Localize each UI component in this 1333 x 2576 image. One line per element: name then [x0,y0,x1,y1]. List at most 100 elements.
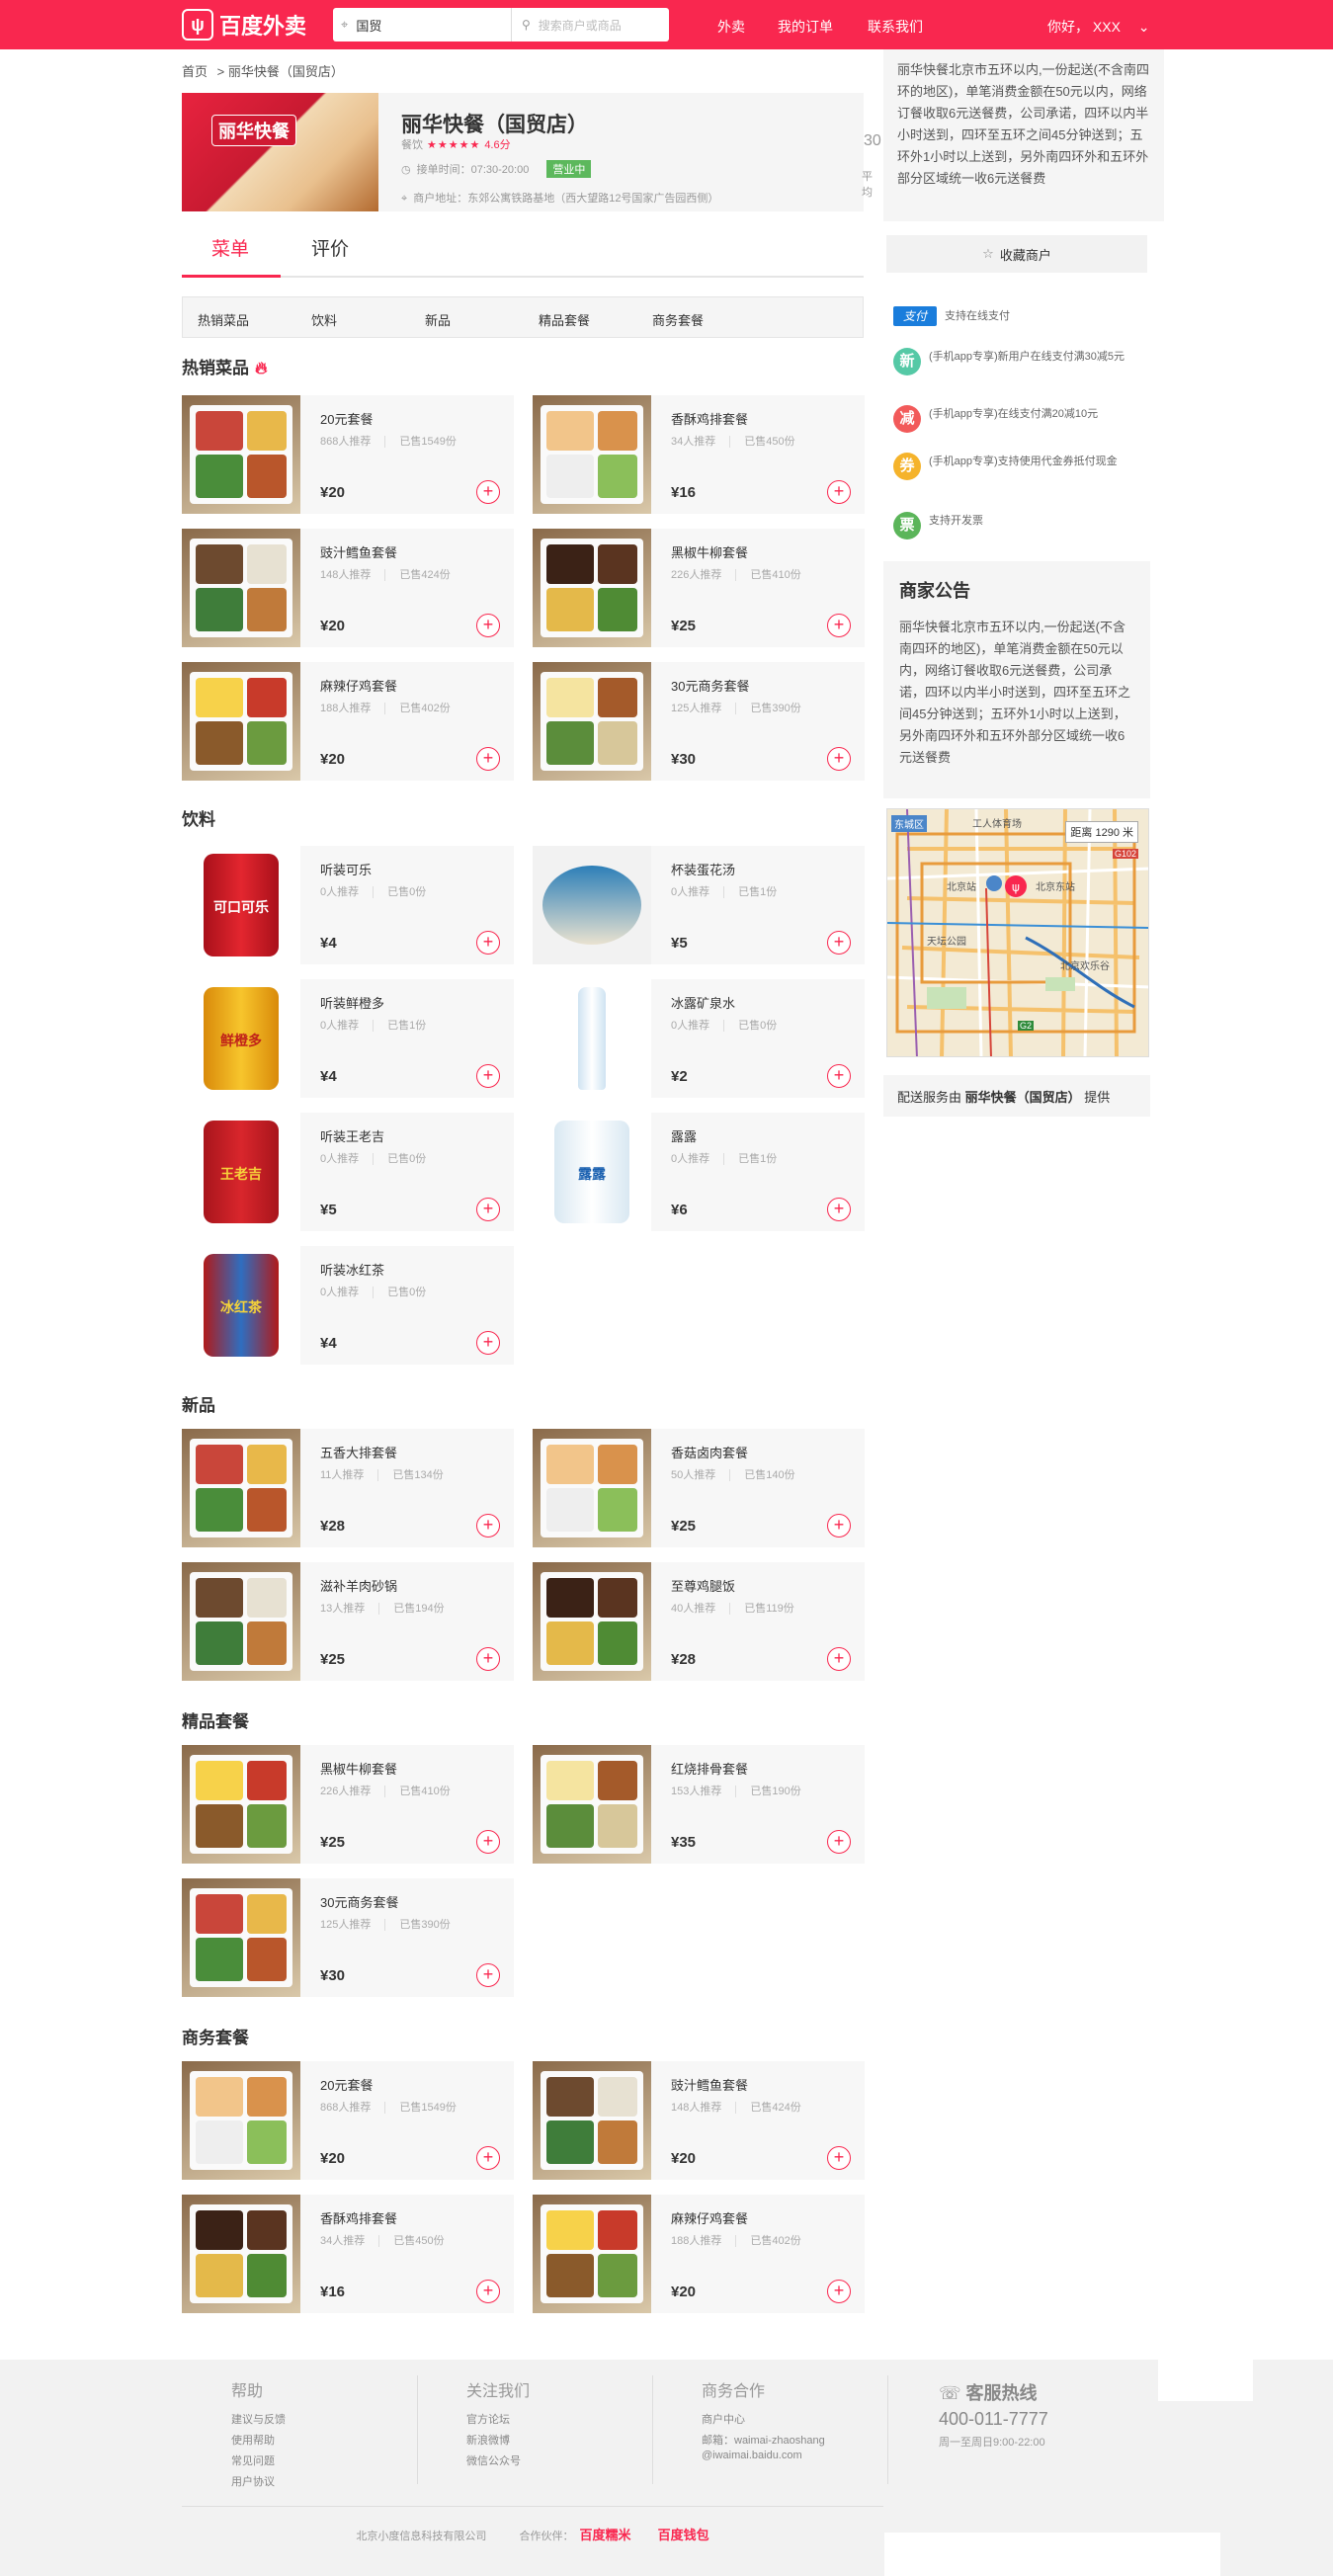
add-to-cart-button[interactable]: + [827,1514,851,1537]
category-hot[interactable]: 热销菜品 [198,310,249,329]
menu-item-card[interactable]: 黑椒牛柳套餐 226人推荐 已售410份 ¥25 + [533,529,865,647]
menu-item-card[interactable]: 红烧排骨套餐 153人推荐 已售190份 ¥35 + [533,1745,865,1864]
menu-item-card[interactable]: 黑椒牛柳套餐 226人推荐 已售410份 ¥25 + [182,1745,514,1864]
breadcrumb-home[interactable]: 首页 [182,64,208,79]
dish-name: 听装可乐 [320,863,373,877]
menu-item-card[interactable]: 可口可乐 听装可乐 0人推荐 已售0份 ¥4 + [182,846,514,964]
top-bar: ψ 百度外卖 ⌖ 国贸 ⚲ 搜索商户或商品 外卖 我的订单 联系我们 你好， X… [0,0,1333,49]
menu-item-card[interactable]: 至尊鸡腿饭 40人推荐 已售119份 ¥28 + [533,1562,865,1681]
shop-category: 餐饮 [401,139,423,151]
menu-item-card[interactable]: 五香大排套餐 11人推荐 已售134份 ¥28 + [182,1429,514,1547]
user-greeting[interactable]: 你好， XXX ⌄ [1047,17,1150,37]
nav-contact[interactable]: 联系我们 [868,17,923,37]
add-to-cart-button[interactable]: + [476,1830,500,1854]
footer-link[interactable]: 用户协议 [231,2472,286,2493]
section-title-premium: 精品套餐 [182,1707,249,1732]
menu-item-card[interactable]: 20元套餐 868人推荐 已售1549份 ¥20 + [182,395,514,514]
dish-price: ¥30 [320,1967,346,1984]
sold-count: 已售390份 [384,1919,451,1931]
menu-item-card[interactable]: 滋补羊肉砂锅 13人推荐 已售194份 ¥25 + [182,1562,514,1681]
add-to-cart-button[interactable]: + [827,1647,851,1671]
add-to-cart-button[interactable]: + [827,614,851,637]
add-to-cart-button[interactable]: + [827,480,851,504]
fire-icon: 🔥︎ [255,359,268,377]
footer-link[interactable]: 官方论坛 [466,2410,530,2431]
menu-item-card[interactable]: 冰红茶 听装冰红茶 0人推荐 已售0份 ¥4 + [182,1246,514,1365]
menu-item-card[interactable]: 香酥鸡排套餐 34人推荐 已售450份 ¥16 + [533,395,865,514]
footer-link[interactable]: 新浪微博 [466,2431,530,2451]
dish-name: 麻辣仔鸡套餐 [671,2211,749,2226]
add-to-cart-button[interactable]: + [827,2146,851,2170]
add-to-cart-button[interactable]: + [476,1198,500,1221]
category-business[interactable]: 商务套餐 [652,310,704,329]
add-to-cart-button[interactable]: + [476,480,500,504]
favorite-button[interactable]: ☆ 收藏商户 [886,235,1147,273]
add-to-cart-button[interactable]: + [476,931,500,955]
menu-item-card[interactable]: 麻辣仔鸡套餐 188人推荐 已售402份 ¥20 + [182,662,514,781]
menu-item-card[interactable]: 麻辣仔鸡套餐 188人推荐 已售402份 ¥20 + [533,2195,865,2313]
tab-menu[interactable]: 菜单 [211,234,249,261]
search-input[interactable]: ⚲ 搜索商户或商品 [511,8,669,42]
menu-item-card[interactable]: 20元套餐 868人推荐 已售1549份 ¥20 + [182,2061,514,2180]
menu-item-card[interactable]: 豉汁鳕鱼套餐 148人推荐 已售424份 ¥20 + [533,2061,865,2180]
clock-icon: ◷ [401,163,411,176]
delivery-map[interactable]: ψ 东城区 距离 1290 米 工人体育场 北京站 北京东站 天坛公园 北京欢乐… [886,808,1149,1057]
add-to-cart-button[interactable]: + [476,1514,500,1537]
add-to-cart-button[interactable]: + [476,1064,500,1088]
nav-my-orders[interactable]: 我的订单 [778,17,833,37]
dish-price: ¥20 [320,618,346,634]
menu-item-card[interactable]: 香酥鸡排套餐 34人推荐 已售450份 ¥16 + [182,2195,514,2313]
add-to-cart-button[interactable]: + [476,1647,500,1671]
location-field[interactable]: ⌖ 国贸 [333,8,511,42]
menu-item-card[interactable]: 香菇卤肉套餐 50人推荐 已售140份 ¥25 + [533,1429,865,1547]
shop-extra-value: 30 [864,132,881,149]
menu-item-card[interactable]: 30元商务套餐 125人推荐 已售390份 ¥30 + [533,662,865,781]
add-to-cart-button[interactable]: + [827,2280,851,2303]
menu-item-card[interactable]: 冰露矿泉水 0人推荐 已售0份 ¥2 + [533,979,865,1098]
menu-item-card[interactable]: 露露 露露 0人推荐 已售1份 ¥6 + [533,1113,865,1231]
recommend-count: 34人推荐 [671,436,716,448]
add-to-cart-button[interactable]: + [476,747,500,771]
add-to-cart-button[interactable]: + [827,1064,851,1088]
recommend-count: 0人推荐 [320,886,360,898]
category-premium[interactable]: 精品套餐 [539,310,590,329]
sold-count: 已售0份 [373,1287,427,1298]
menu-item-card[interactable]: 鲜橙多 听装鲜橙多 0人推荐 已售1份 ¥4 + [182,979,514,1098]
nav-waimai[interactable]: 外卖 [717,17,745,37]
add-to-cart-button[interactable]: + [476,614,500,637]
partner-nuomi[interactable]: 百度糯米 [579,2528,630,2542]
footer-link[interactable]: 商户中心 [702,2410,825,2431]
menu-item-card[interactable]: 30元商务套餐 125人推荐 已售390份 ¥30 + [182,1878,514,1997]
sold-count: 已售1份 [723,1153,778,1165]
menu-item-card[interactable]: 杯装蛋花汤 0人推荐 已售1份 ¥5 + [533,846,865,964]
dish-price: ¥25 [671,1518,697,1535]
add-to-cart-button[interactable]: + [476,2146,500,2170]
menu-item-card[interactable]: 豉汁鳕鱼套餐 148人推荐 已售424份 ¥20 + [182,529,514,647]
dish-image [533,1429,651,1547]
dish-name: 20元套餐 [320,412,374,427]
partner-wallet[interactable]: 百度钱包 [658,2528,709,2542]
category-drinks[interactable]: 饮料 [311,310,337,329]
section-title-text: 热销菜品 [182,359,249,377]
dish-image [533,846,651,964]
dish-image [533,1562,651,1681]
footer-link[interactable]: 使用帮助 [231,2431,286,2451]
baidu-waimai-logo[interactable]: ψ 百度外卖 [182,8,306,42]
add-to-cart-button[interactable]: + [476,1331,500,1355]
footer-link[interactable]: 常见问题 [231,2451,286,2472]
add-to-cart-button[interactable]: + [476,1963,500,1987]
add-to-cart-button[interactable]: + [827,747,851,771]
add-to-cart-button[interactable]: + [827,1830,851,1854]
category-new[interactable]: 新品 [425,310,451,329]
footer-link[interactable]: 微信公众号 [466,2451,530,2472]
footer-link[interactable]: 建议与反馈 [231,2410,286,2431]
sold-count: 已售190份 [735,1786,801,1797]
menu-item-card[interactable]: 王老吉 听装王老吉 0人推荐 已售0份 ¥5 + [182,1113,514,1231]
sold-count: 已售402份 [384,703,451,714]
add-to-cart-button[interactable]: + [827,931,851,955]
tab-review[interactable]: 评价 [311,234,349,261]
shop-description: 丽华快餐北京市五环以内,一份起送(不含南四环的地区)，单笔消费金额在50元以内，… [883,49,1164,221]
add-to-cart-button[interactable]: + [827,1198,851,1221]
location-pin-icon: ⌖ [341,17,349,32]
add-to-cart-button[interactable]: + [476,2280,500,2303]
